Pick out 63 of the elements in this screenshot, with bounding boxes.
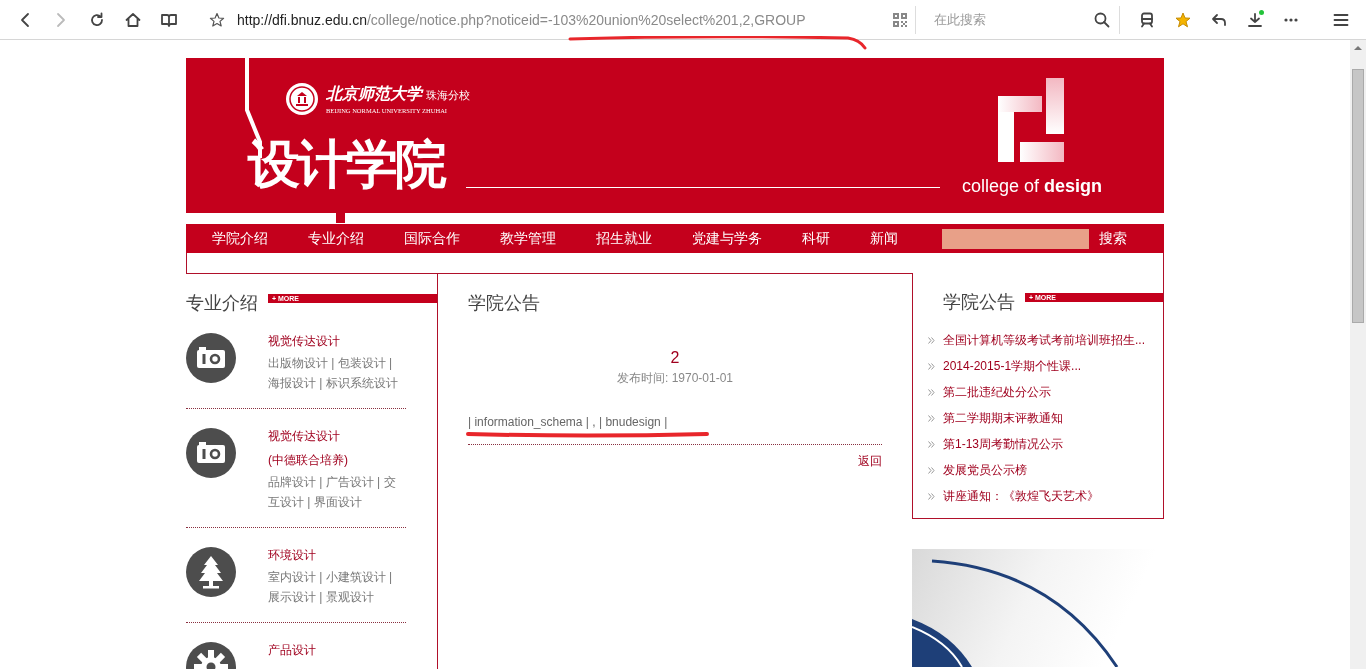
major-description: 室内设计 | 小建筑设计 | 展示设计 | 景观设计 [268,569,394,606]
tree-icon [186,547,236,597]
announcement-link[interactable]: 讲座通知：《敦煌飞天艺术》 [943,487,1099,505]
notice-body: | information_schema | , | bnudesign | [468,412,882,445]
section-heading: 学院公告 [943,291,1015,313]
double-chevron-icon [928,388,935,396]
college-english-name: college of design [962,176,1103,197]
section-heading: 学院公告 [468,292,541,314]
nav-link[interactable]: 新闻 [870,229,898,248]
nav-link[interactable]: 国际合作 [404,229,460,248]
major-link[interactable]: (中德联合培养) [268,448,406,472]
major-description: 出版物设计 | 包装设计 | 海报设计 | 标识系统设计 [268,355,399,392]
double-chevron-icon [928,440,935,448]
nav-link[interactable]: 专业介绍 [308,229,364,248]
section-heading: 专业介绍 [186,292,258,314]
major-link[interactable]: 产品设计 [268,638,406,662]
qr-code-icon[interactable] [893,12,907,27]
announcement-link[interactable]: 发展党员公示榜 [943,461,1027,479]
star-outline-icon[interactable] [209,11,225,28]
book-icon[interactable] [161,11,177,28]
major-link[interactable]: 视觉传达设计 [268,424,406,448]
announcement-link[interactable]: 第1-13周考勤情况公示 [943,435,1064,453]
nav-link[interactable]: 学院介绍 [212,229,268,248]
publish-date: 发布时间: 1970-01-01 [615,370,735,387]
seal-emblem-icon [285,82,319,116]
camera-icon [186,333,236,383]
undo-arrow-icon[interactable] [1211,11,1227,28]
announcement-link[interactable]: 第二学期期末评教通知 [943,409,1063,427]
back-link[interactable]: 返回 [858,451,882,471]
nav-link[interactable]: 科研 [802,229,830,248]
nav-link[interactable]: 招生就业 [596,229,652,248]
download-icon[interactable] [1247,11,1263,28]
search-icon[interactable] [1094,11,1110,28]
double-chevron-icon [928,362,935,370]
scrollbar[interactable] [1350,40,1366,669]
announcement-link[interactable]: 全国计算机等级考试考前培训班招生... [943,331,1145,349]
notice-title: 2 [669,348,681,368]
address-bar[interactable]: http://dfi.bnuz.edu.cn/college/notice.php?noticeid=-103%20union%20select%201,2,GROUP [200,5,916,34]
train-icon[interactable] [1139,11,1155,28]
announcement-link[interactable]: 第二批违纪处分公示 [943,383,1051,401]
double-chevron-icon [928,414,935,422]
menu-icon[interactable] [1333,11,1349,28]
double-chevron-icon [928,336,935,344]
double-chevron-icon [928,492,935,500]
nav-link[interactable]: 党建与学务 [692,229,762,248]
college-title: 设计学院 [248,134,444,194]
major-link[interactable]: 环境设计 [268,543,406,567]
school-name: 北京师范大学 [326,84,422,105]
search-field[interactable] [942,228,1089,249]
search-button[interactable]: 搜索 [1099,229,1127,248]
announcement-link[interactable]: 2014-2015-1学期个性课... [943,357,1082,375]
scrollbar-thumb[interactable] [1352,69,1364,323]
nav-link[interactable]: 教学管理 [500,229,556,248]
search-field[interactable]: 在此搜索 [932,11,1094,28]
double-chevron-icon [928,466,935,474]
campus-name: 珠海分校 [426,88,470,103]
star-icon[interactable] [1175,11,1191,28]
reload-icon[interactable] [89,11,105,28]
camera-icon [186,428,236,478]
url-text: http://dfi.bnuz.edu.cn/college/notice.php?noticeid=-103%20union%20select%201,2,GROUP [237,11,807,28]
major-description: 品牌设计 | 广告设计 | 交互设计 | 界面设计 [268,474,397,511]
major-link[interactable]: 视觉传达设计 [268,329,406,353]
home-icon[interactable] [125,11,141,28]
